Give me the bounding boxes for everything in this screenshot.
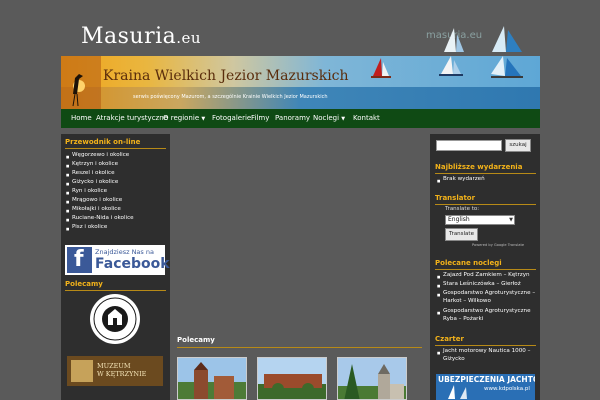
insurance-banner[interactable]: UBEZPIECZENIA JACHTÓW www.kdpolska.pl [436, 374, 535, 400]
header-sailboats-image [444, 26, 525, 55]
divider [435, 173, 536, 174]
right-sidebar: szukaj Najbliższe wydarzenia Brak wydarz… [430, 134, 540, 400]
divider [435, 345, 536, 346]
church-photo [338, 358, 406, 399]
search-input[interactable] [436, 140, 502, 151]
chevron-down-icon: ▼ [509, 217, 513, 223]
guide-item[interactable]: Reszel i okolice [66, 169, 114, 179]
language-value: English [448, 216, 470, 223]
divider [65, 148, 166, 149]
photo-thumbnail[interactable] [257, 357, 327, 400]
nav-label-noclegi: Noclegi [313, 114, 340, 122]
center-heading: Polecamy [177, 336, 215, 344]
museum-image [71, 360, 93, 382]
translate-button[interactable]: Translate [445, 228, 478, 241]
translate-to-label: Translate to: [445, 206, 480, 212]
banner-subtitle: serwis poświęcony Mazurom, a szczególnie… [133, 94, 328, 100]
main-nav: Home Atrakcje turystyczne O regionie ▼ F… [61, 109, 540, 128]
lodging-item-cont[interactable]: Ryba – Pożarki [443, 316, 483, 322]
museum-seal-logo[interactable] [89, 293, 141, 345]
guide-item[interactable]: Mikołajki i okolice [66, 205, 121, 215]
facebook-line2: Facebook [95, 256, 170, 272]
divider [435, 204, 536, 205]
guide-item[interactable]: Węgorzewo i okolice [66, 151, 129, 161]
bridge-photo [258, 358, 326, 399]
lodging-item[interactable]: Zajazd Pod Zamkiem – Kętrzyn [437, 271, 530, 281]
nav-label-o-regionie: O regionie [163, 114, 200, 122]
nav-item-home[interactable]: Home [71, 114, 92, 122]
guide-item[interactable]: Mrągowo i okolice [66, 196, 122, 206]
chevron-down-icon: ▼ [341, 116, 346, 122]
nav-item-filmy[interactable]: Filmy [251, 114, 269, 122]
photo-thumbnail[interactable] [177, 357, 247, 400]
banner-title: Kraina Wielkich Jezior Mazurskich [103, 68, 349, 84]
translator-heading: Translator [435, 194, 476, 202]
guide-item[interactable]: Ryn i okolice [66, 187, 107, 197]
nav-item-fotogalerie[interactable]: Fotogalerie [212, 114, 251, 122]
recommend-heading: Polecamy [65, 280, 103, 288]
guide-heading: Przewodnik on-line [65, 138, 141, 146]
museum-banner[interactable]: MUZEUM W KĘTRZYNIE [67, 356, 163, 386]
lodging-item[interactable]: Stara Leśniczówka – Gierłoż [437, 280, 521, 290]
lodging-item-cont[interactable]: Harkot – Wilkowo [443, 298, 491, 304]
photo-thumbnail[interactable] [337, 357, 407, 400]
guide-item[interactable]: Ruciane-Nida i okolice [66, 214, 134, 224]
castle-photo [178, 358, 246, 399]
left-sidebar: Przewodnik on-line Węgorzewo i okolice K… [61, 134, 170, 400]
site-name: Masuria [81, 24, 177, 49]
lodging-item[interactable]: Gospodarstwo Agroturystyczne – [437, 289, 535, 299]
facebook-line1: Znajdziesz Nas na [95, 248, 154, 256]
facebook-icon: f [67, 247, 92, 273]
nav-item-panoramy[interactable]: Panoramy [275, 114, 310, 122]
insurance-url: www.kdpolska.pl [484, 386, 530, 392]
lodging-item[interactable]: Gospodarstwo Agroturystyczne [437, 307, 531, 317]
header-banner[interactable]: Kraina Wielkich Jezior Mazurskich serwis… [61, 56, 540, 109]
event-item[interactable]: Brak wydarzeń [437, 175, 485, 185]
nav-item-atrakcje[interactable]: Atrakcje turystyczne [96, 114, 168, 122]
charter-item-cont[interactable]: Giżycko [443, 356, 465, 362]
divider [65, 290, 166, 291]
nav-item-o-regionie[interactable]: O regionie ▼ [163, 114, 205, 122]
chevron-down-icon: ▼ [201, 116, 206, 122]
guide-item[interactable]: Kętrzyn i okolice [66, 160, 118, 170]
search-button[interactable]: szukaj [505, 139, 531, 152]
museum-label: MUZEUM W KĘTRZYNIE [97, 362, 147, 378]
powered-by-label: Powered by Google Translate [472, 243, 525, 247]
nav-item-kontakt[interactable]: Kontakt [353, 114, 380, 122]
nav-item-noclegi[interactable]: Noclegi ▼ [313, 114, 345, 122]
divider [177, 347, 422, 348]
site-title[interactable]: Masuria.eu [81, 24, 201, 49]
charter-item[interactable]: Jacht motorowy Nautica 1000 – [437, 347, 530, 357]
language-select[interactable]: English ▼ [445, 215, 515, 225]
guide-item[interactable]: Giżycko i okolice [66, 178, 118, 188]
facebook-badge[interactable]: f Znajdziesz Nas na Facebook [65, 245, 170, 275]
sailboat-icon [448, 385, 467, 399]
charter-heading: Czarter [435, 335, 464, 343]
insurance-title: UBEZPIECZENIA JACHTÓW [438, 375, 535, 384]
guide-item[interactable]: Pisz i okolice [66, 223, 107, 233]
events-heading: Najbliższe wydarzenia [435, 163, 523, 171]
divider [435, 269, 536, 270]
site-tld: .eu [176, 29, 202, 47]
lodging-heading: Polecane noclegi [435, 259, 502, 267]
